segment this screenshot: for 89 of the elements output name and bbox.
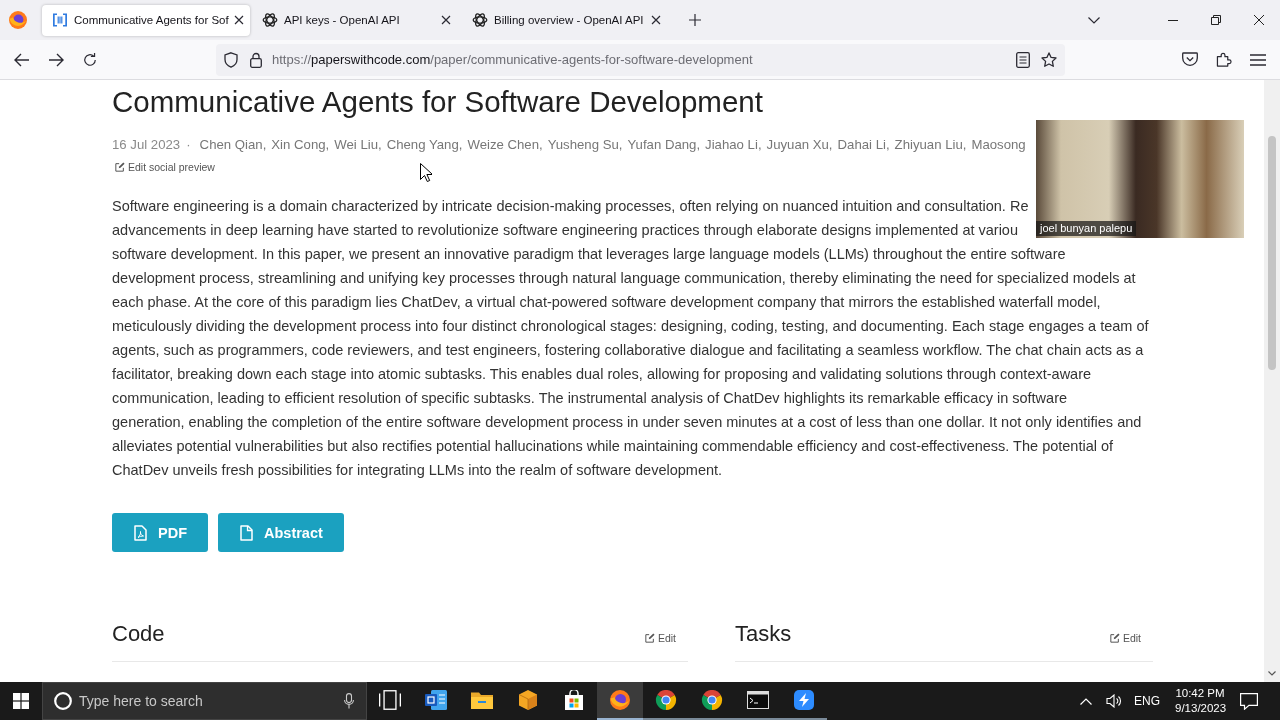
document-icon — [240, 524, 253, 541]
abstract-line: each phase. At the core of this paradigm lies ChatDev, a virtual chat-powered software development company that mirrors the established waterfall model, — [112, 293, 1101, 312]
search-ring-icon — [54, 692, 72, 710]
address-bar[interactable]: https://paperswithcode.com/paper/communicative-agents-for-software-development — [216, 43, 1065, 76]
reader-view-icon[interactable] — [1016, 51, 1030, 68]
input-language-indicator[interactable]: ENG — [1134, 694, 1160, 708]
minimize-icon[interactable] — [1167, 19, 1178, 21]
browser-tab[interactable]: Communicative Agents for Sof — [42, 4, 250, 36]
mouse-pointer-icon — [420, 163, 432, 182]
microphone-icon[interactable] — [344, 693, 354, 709]
url-text: https://paperswithcode.com/paper/communicative-agents-for-software-development — [272, 52, 753, 67]
author-link[interactable]: Cheng Yang, — [386, 135, 463, 155]
circle-logo-icon — [701, 690, 723, 710]
abstract-line: advancements in deep learning have started to revolutionize software engineering practices through elaborate designs implemented at variou — [112, 221, 1018, 240]
author-link[interactable]: Maosong — [971, 135, 1026, 155]
abstract-line: meticulously dividing the development process into four distinct chronological stages: designing, coding, testing, and documenting. Each stage engages a team of — [112, 317, 1149, 336]
chevron-down-icon[interactable] — [1088, 16, 1100, 24]
author-link[interactable]: Weize Chen, — [467, 135, 543, 155]
shopping-bag-icon — [563, 690, 585, 710]
close-icon[interactable] — [1253, 15, 1264, 25]
atom-icon — [262, 12, 278, 28]
chevron-up-icon[interactable] — [1080, 697, 1092, 705]
author-link[interactable]: Dahai Li, — [837, 135, 890, 155]
publication-date: 16 Jul 2023 — [112, 136, 181, 154]
edit-link[interactable]: Edit — [644, 631, 676, 645]
pdf-file-icon — [134, 524, 147, 541]
back-arrow-icon[interactable] — [14, 52, 30, 67]
atom-icon — [472, 12, 488, 28]
package-icon — [517, 690, 539, 710]
abstract-line: agents, such as programmers, code reviewers, and test engineers, fostering collaborative dialogue and facilitating a seamless workflow. The chat chain acts as a — [112, 341, 1144, 360]
folder-icon — [471, 690, 493, 710]
edit-icon — [644, 633, 655, 643]
search-field[interactable]: Type here to search — [42, 682, 367, 720]
taskbar-app-button[interactable] — [597, 682, 643, 720]
abstract-line: generation, enabling the completion of the entire software development process in under seven minutes at a cost of less than one dollar. It not only identifies and — [112, 413, 1142, 432]
author-link[interactable]: Jiahao Li, — [705, 135, 762, 155]
abstract-line: communication, leading to efficient resolution of specific subtasks. The instrumental analysis of ChatDev highlights its remarkable efficacy in software — [112, 389, 1068, 408]
browser-logo-icon[interactable] — [9, 11, 27, 29]
abstract-button[interactable]: Abstract — [218, 513, 344, 552]
abstract-line: Software engineering is a domain characterized by intricate decision-making processes, often relying on nuanced intuition and consultation. Re — [112, 197, 1029, 216]
edit-social-preview-link[interactable]: Edit social preview — [112, 159, 215, 175]
author-link[interactable]: Xin Cong, — [271, 135, 330, 155]
author-link[interactable]: Yusheng Su, — [547, 135, 623, 155]
abstract-line: ChatDev unveils fresh possibilities for integrating LLMs into the realm of software development. — [112, 461, 723, 480]
browser-logo-icon — [609, 690, 631, 710]
pouch-icon[interactable] — [1182, 52, 1198, 67]
lock-icon[interactable] — [250, 51, 262, 68]
author-link[interactable]: Zhiyuan Liu, — [894, 135, 967, 155]
start-icon[interactable] — [13, 693, 29, 709]
menu-icon[interactable] — [1250, 53, 1266, 66]
new-tab-plus-icon[interactable] — [689, 14, 701, 26]
close-tab-icon[interactable] — [651, 15, 661, 25]
speaker-icon[interactable] — [1106, 694, 1122, 708]
scrollbar-thumb[interactable] — [1268, 136, 1276, 370]
browser-tab[interactable]: Billing overview - OpenAI API — [462, 4, 670, 36]
circle-logo-icon — [655, 690, 677, 710]
abstract-line: facilitator, breaking down each stage into atomic subtasks. This enables dual roles, allowing for proposing and validating solutions through context-aware — [112, 365, 1092, 384]
participant-name-tag: joel bunyan palepu — [1036, 221, 1137, 236]
taskbar-clock[interactable]: 10:42 PM 9/13/2023 — [1175, 686, 1225, 716]
terminal-icon — [747, 690, 769, 710]
puzzle-icon[interactable] — [1216, 52, 1232, 67]
section-heading: Tasks — [735, 620, 792, 648]
browser-tab[interactable]: API keys - OpenAI API — [252, 4, 460, 36]
author-link[interactable]: Wei Liu, — [334, 135, 382, 155]
date-separator: · — [186, 136, 191, 154]
author-link[interactable]: Yufan Dang, — [627, 135, 701, 155]
author-link[interactable]: Chen Qian, — [199, 135, 267, 155]
speech-bubble-icon[interactable] — [1240, 692, 1258, 710]
brackets-icon — [52, 12, 68, 28]
reload-icon[interactable] — [82, 52, 98, 67]
pdf-button[interactable]: PDF — [112, 513, 208, 552]
author-link[interactable]: Juyuan Xu, — [766, 135, 833, 155]
restore-icon[interactable] — [1210, 15, 1221, 25]
paper-title: Communicative Agents for Software Development — [112, 84, 764, 120]
edit-icon — [1109, 633, 1120, 643]
abstract-line: software development. In this paper, we present an innovative paradigm that leverages large language models (LLMs) throughout the entire software — [112, 245, 1066, 264]
close-tab-icon[interactable] — [233, 15, 244, 25]
forward-arrow-icon[interactable] — [48, 52, 64, 67]
bookmark-star-icon[interactable] — [1041, 51, 1057, 68]
abstract-line: alleviates potential vulnerabilities but also rectifies potential hallucinations while maintaining commendable efficiency and cost-effectiveness. The potential of — [112, 437, 1114, 456]
bolt-tile-icon — [793, 690, 815, 710]
shield-icon[interactable] — [224, 51, 238, 68]
document-app-icon — [425, 690, 447, 710]
section-heading: Code — [112, 620, 165, 648]
close-tab-icon[interactable] — [441, 15, 451, 25]
edit-icon — [115, 162, 125, 172]
edit-link[interactable]: Edit — [1109, 631, 1141, 645]
abstract-line: development process, streamlining and unifying key processes through natural language communication, thereby eliminating the need for specialized models at — [112, 269, 1136, 288]
task-view-icon — [379, 690, 401, 710]
